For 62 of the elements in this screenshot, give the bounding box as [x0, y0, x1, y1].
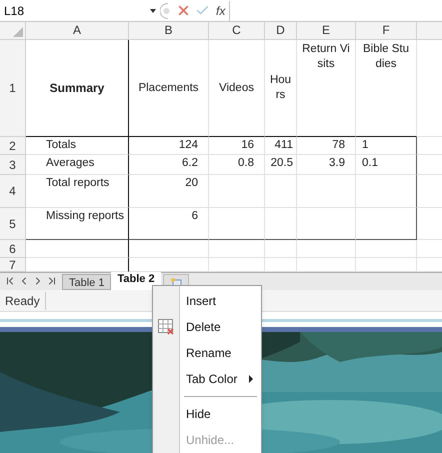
table-cell: 6 [129, 208, 209, 240]
row-header[interactable]: 1 [0, 40, 26, 137]
column-header[interactable]: D [265, 22, 297, 39]
table-cell: Bible Studies [356, 40, 417, 137]
table-cell [265, 175, 297, 208]
row-header[interactable]: 4 [0, 175, 26, 208]
last-sheet-icon[interactable] [46, 275, 58, 287]
table-cell: 1 [356, 137, 417, 155]
table-cell [297, 175, 356, 208]
function-button[interactable]: fx [216, 0, 230, 20]
column-header[interactable]: B [129, 22, 209, 39]
table-cell: Return Visits [297, 40, 356, 137]
table-cell: 0.1 [356, 155, 417, 175]
status-text: Ready [0, 292, 46, 310]
table-cell: 124 [129, 137, 209, 155]
table-cell: 3.9 [297, 155, 356, 175]
table-cell [356, 208, 417, 240]
table-cell [297, 208, 356, 240]
table-cell: Missing reports [26, 208, 129, 240]
table-cell [265, 240, 297, 258]
table-cell: Totals [26, 137, 129, 155]
menu-item[interactable]: Delete [180, 314, 261, 340]
column-header[interactable]: E [297, 22, 356, 39]
table-cell: Videos [209, 40, 265, 137]
first-sheet-icon[interactable] [4, 275, 16, 287]
table-cell [265, 208, 297, 240]
table-cell: 16 [209, 137, 265, 155]
submenu-arrow-icon [249, 375, 253, 383]
row-header[interactable]: 5 [0, 208, 26, 240]
table-cell: Placements [129, 40, 209, 137]
table-cell: 6.2 [129, 155, 209, 175]
row-header[interactable]: 6 [0, 240, 26, 258]
table-cell [209, 240, 265, 258]
table-cell: 20 [129, 175, 209, 208]
table-cell [356, 175, 417, 208]
circle-icon [160, 2, 170, 18]
dropdown-icon [150, 8, 156, 12]
row-header[interactable]: 7 [0, 258, 26, 272]
cancel-icon[interactable] [176, 3, 191, 18]
column-header[interactable]: C [209, 22, 265, 39]
name-box[interactable]: L18 [0, 0, 160, 20]
table-cell: Averages [26, 155, 129, 175]
menu-item[interactable]: Hide [180, 401, 261, 427]
menu-item[interactable]: Tab Color [180, 366, 261, 392]
table-cell [209, 208, 265, 240]
row-header[interactable]: 2 [0, 137, 26, 155]
menu-item[interactable]: Insert [180, 288, 261, 314]
table-cell: 20.5 [265, 155, 297, 175]
sheet-tab[interactable]: Table 1 [62, 274, 112, 290]
table-cell: Summary [26, 40, 129, 137]
column-header[interactable]: F [356, 22, 417, 39]
table-cell: Hours [265, 40, 297, 137]
table-cell [297, 240, 356, 258]
table-cell [209, 175, 265, 208]
sheet-tab[interactable]: Table 2 [111, 272, 161, 290]
row-header[interactable]: 3 [0, 155, 26, 175]
menu-item[interactable]: Rename [180, 340, 261, 366]
table-cell: 0.8 [209, 155, 265, 175]
table-cell: 78 [297, 137, 356, 155]
column-header[interactable]: A [26, 22, 129, 39]
table-cell: Total reports [26, 175, 129, 208]
table-cell: 411 [265, 137, 297, 155]
